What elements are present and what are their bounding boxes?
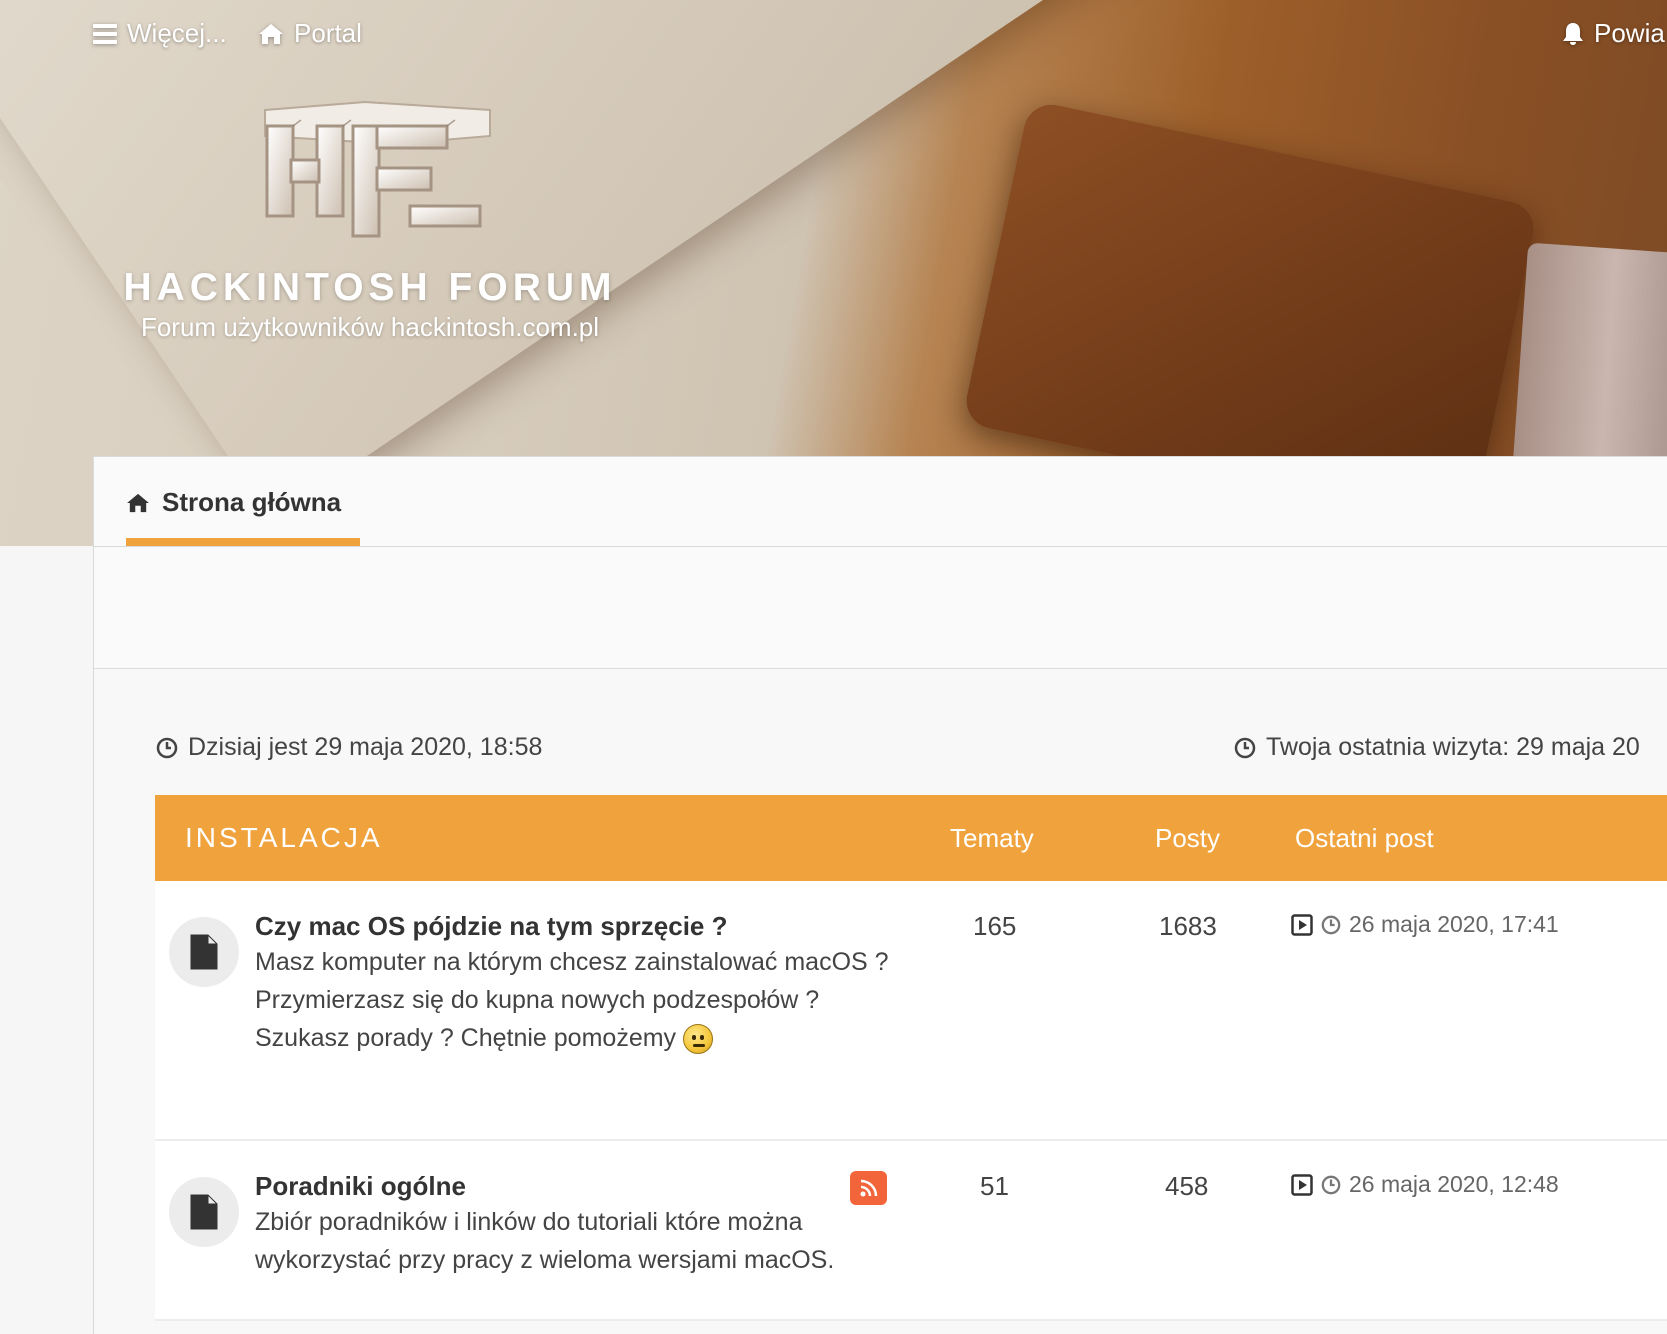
goto-last-post-button[interactable] (1291, 913, 1313, 936)
breadcrumb: Strona główna (94, 457, 1667, 547)
home-icon (259, 23, 283, 44)
column-last-post: Ostatni post (1295, 822, 1434, 853)
rss-icon (860, 1179, 877, 1197)
smiley-emoji-icon (683, 1024, 713, 1055)
forum-row: Czy mac OS pójdzie na tym sprzęcie ? Mas… (155, 881, 1667, 1141)
forum-description: Zbiór poradników i linków do tutoriali k… (255, 1208, 835, 1274)
clock-icon (1321, 1175, 1341, 1194)
top-navbar: Więcej... Portal Powia (0, 0, 1667, 72)
forum-description-text: Masz komputer na którym chcesz zainstalo… (255, 948, 889, 1052)
clock-icon (156, 737, 178, 758)
portal-label: Portal (294, 18, 362, 48)
forum-last-post: 26 maja 2020, 12:48 (1291, 1171, 1559, 1198)
goto-last-post-button[interactable] (1291, 1173, 1313, 1196)
forum-status-icon (169, 917, 239, 987)
forum-title-link[interactable]: Czy mac OS pójdzie na tym sprzęcie ? (255, 911, 727, 942)
bell-icon (1563, 22, 1583, 45)
last-visit-text: Twoja ostatnia wizyta: 29 maja 20 (1266, 733, 1640, 761)
forum-topics-count: 165 (973, 911, 1017, 941)
forum-last-post: 26 maja 2020, 17:41 (1291, 911, 1559, 938)
column-topics: Tematy (950, 822, 1034, 853)
notice-area (94, 547, 1667, 669)
forum-category-table: INSTALACJA Tematy Posty Ostatni post Czy… (155, 795, 1667, 1321)
rss-feed-button[interactable] (850, 1171, 887, 1205)
category-title[interactable]: INSTALACJA (185, 822, 383, 854)
forum-status-icon (169, 1177, 239, 1247)
time-info-row: Dzisiaj jest 29 maja 2020, 18:58 Twoja o… (94, 669, 1667, 803)
forum-topics-count: 51 (980, 1171, 1009, 1201)
more-menu-label: Więcej... (127, 18, 227, 48)
forum-title-link[interactable]: Poradniki ogólne (255, 1171, 466, 1202)
site-description: Forum użytkowników hackintosh.com.pl (140, 312, 600, 342)
last-post-time[interactable]: 26 maja 2020, 17:41 (1349, 911, 1559, 938)
file-icon (190, 934, 218, 970)
column-posts: Posty (1155, 822, 1221, 853)
notifications-label: Powia (1594, 18, 1665, 48)
play-square-icon (1291, 1173, 1313, 1196)
forum-posts-count: 458 (1165, 1171, 1209, 1201)
portal-link[interactable]: Portal (258, 18, 362, 49)
clock-icon (1234, 737, 1256, 758)
home-icon (127, 493, 149, 512)
site-logo-icon (264, 100, 491, 238)
active-tab-indicator (126, 538, 360, 546)
file-icon (190, 1194, 218, 1230)
site-title: HACKINTOSH FORUM (123, 266, 617, 309)
breadcrumb-home-link[interactable]: Strona główna (126, 487, 341, 518)
breadcrumb-home-label: Strona główna (162, 487, 342, 517)
bars-icon (93, 23, 117, 44)
last-visit: Twoja ostatnia wizyta: 29 maja 20 (1234, 733, 1640, 762)
hero-background-metal (1512, 242, 1667, 488)
forum-row: Poradniki ogólne Zbiór poradników i link… (155, 1141, 1667, 1321)
forum-category-header: INSTALACJA Tematy Posty Ostatni post (155, 795, 1667, 881)
notifications-link[interactable]: Powia (1562, 18, 1665, 49)
last-post-time[interactable]: 26 maja 2020, 12:48 (1349, 1171, 1559, 1198)
current-time: Dzisiaj jest 29 maja 2020, 18:58 (156, 733, 542, 762)
forum-description: Masz komputer na którym chcesz zainstalo… (255, 943, 895, 1057)
site-logo-block[interactable]: HACKINTOSH FORUM Forum użytkowników hack… (120, 96, 620, 343)
clock-icon (1321, 915, 1341, 934)
play-square-icon (1291, 913, 1313, 936)
more-menu-link[interactable]: Więcej... (93, 18, 227, 49)
current-time-text: Dzisiaj jest 29 maja 2020, 18:58 (188, 733, 543, 761)
forum-posts-count: 1683 (1159, 911, 1217, 941)
